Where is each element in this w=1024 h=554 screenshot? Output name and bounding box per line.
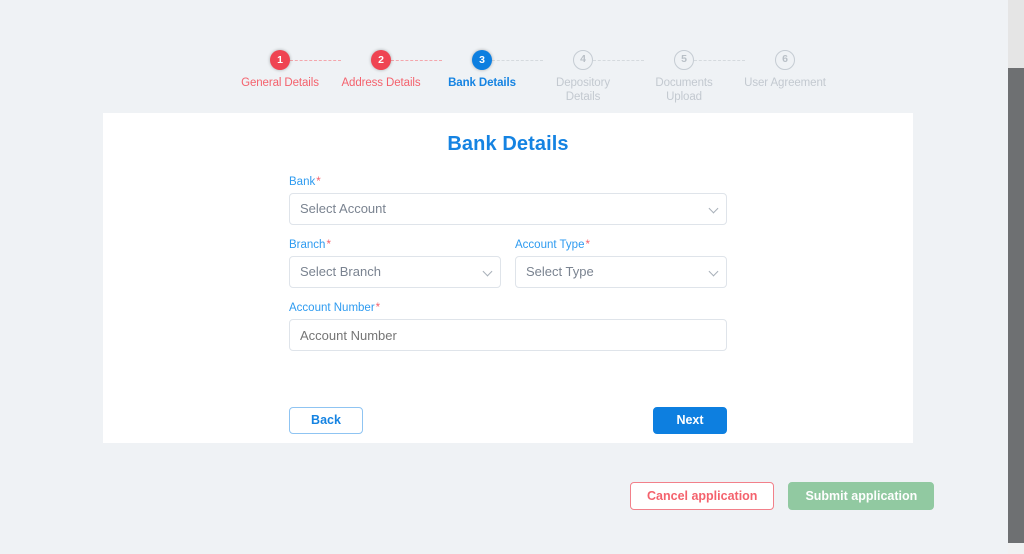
account-number-label: Account Number* [289, 302, 727, 314]
step-label: Depository Details [556, 77, 610, 103]
field-group-account-number: Account Number* [289, 302, 727, 351]
stepper-connector-3-4 [492, 59, 543, 61]
vertical-scrollbar[interactable] [1008, 0, 1024, 554]
branch-select[interactable]: Select Branch [289, 256, 501, 288]
scrollbar-thumb[interactable] [1008, 68, 1024, 543]
stepper-connector-2-3 [391, 59, 442, 61]
stepper-step-depository-details[interactable]: 4 Depository Details [530, 50, 636, 104]
step-label: Bank Details [448, 77, 516, 89]
account-type-label: Account Type* [515, 239, 727, 251]
account-number-input[interactable] [289, 319, 727, 351]
stepper-connector-5-6 [694, 59, 745, 61]
required-marker: * [375, 302, 381, 314]
required-marker: * [316, 176, 321, 188]
content-viewport: 1 General Details 2 Address Details 3 Ba… [0, 0, 1008, 554]
stepper-step-user-agreement[interactable]: 6 User Agreement [732, 50, 838, 90]
scrollbar-track[interactable] [1008, 543, 1024, 554]
required-marker: * [585, 239, 590, 251]
stepper-step-address-details[interactable]: 2 Address Details [328, 50, 434, 90]
branch-label-text: Branch [289, 239, 326, 251]
step-number-badge: 2 [371, 50, 391, 70]
step-label: Documents Upload [655, 77, 713, 103]
stepper-connector-1-2 [290, 59, 341, 61]
bank-label: Bank* [289, 176, 727, 188]
branch-select-wrapper: Select Branch [289, 256, 501, 288]
bank-select[interactable]: Select Account [289, 193, 727, 225]
account-number-label-text: Account Number [289, 302, 375, 314]
step-label: General Details [241, 77, 319, 89]
field-group-branch: Branch* Select Branch [289, 239, 501, 288]
step-number-badge: 1 [270, 50, 290, 70]
branch-label: Branch* [289, 239, 501, 251]
back-button[interactable]: Back [289, 407, 363, 434]
field-group-bank: Bank* Select Account [289, 176, 727, 225]
bank-select-wrapper: Select Account [289, 193, 727, 225]
required-marker: * [326, 239, 331, 251]
form-navigation: Back Next [289, 407, 727, 434]
bank-details-card: Bank Details Bank* Select Account Branch… [103, 113, 913, 443]
account-type-select[interactable]: Select Type [515, 256, 727, 288]
step-number-badge: 6 [775, 50, 795, 70]
next-button[interactable]: Next [653, 407, 727, 434]
cancel-application-button[interactable]: Cancel application [630, 482, 775, 510]
field-row-branch-accounttype: Branch* Select Branch Account Type* Sele… [289, 239, 727, 288]
stepper-connector-4-5 [593, 59, 644, 61]
application-actions: Cancel application Submit application [630, 482, 935, 510]
page-root: 1 General Details 2 Address Details 3 Ba… [0, 0, 1024, 554]
step-label: User Agreement [744, 77, 826, 89]
stepper-step-bank-details[interactable]: 3 Bank Details [429, 50, 535, 90]
step-number-badge: 5 [674, 50, 694, 70]
submit-application-button[interactable]: Submit application [788, 482, 935, 510]
stepper-step-general-details[interactable]: 1 General Details [227, 50, 333, 90]
step-number-badge: 4 [573, 50, 593, 70]
stepper-step-documents-upload[interactable]: 5 Documents Upload [631, 50, 737, 104]
bank-details-form: Bank* Select Account Branch* Select Bran… [289, 176, 727, 365]
page-title: Bank Details [447, 133, 569, 155]
field-group-account-type: Account Type* Select Type [515, 239, 727, 288]
step-number-badge: 3 [472, 50, 492, 70]
account-type-label-text: Account Type [515, 239, 585, 251]
account-type-select-wrapper: Select Type [515, 256, 727, 288]
step-label: Address Details [341, 77, 421, 89]
bank-label-text: Bank [289, 176, 316, 188]
progress-stepper: 1 General Details 2 Address Details 3 Ba… [240, 50, 826, 106]
